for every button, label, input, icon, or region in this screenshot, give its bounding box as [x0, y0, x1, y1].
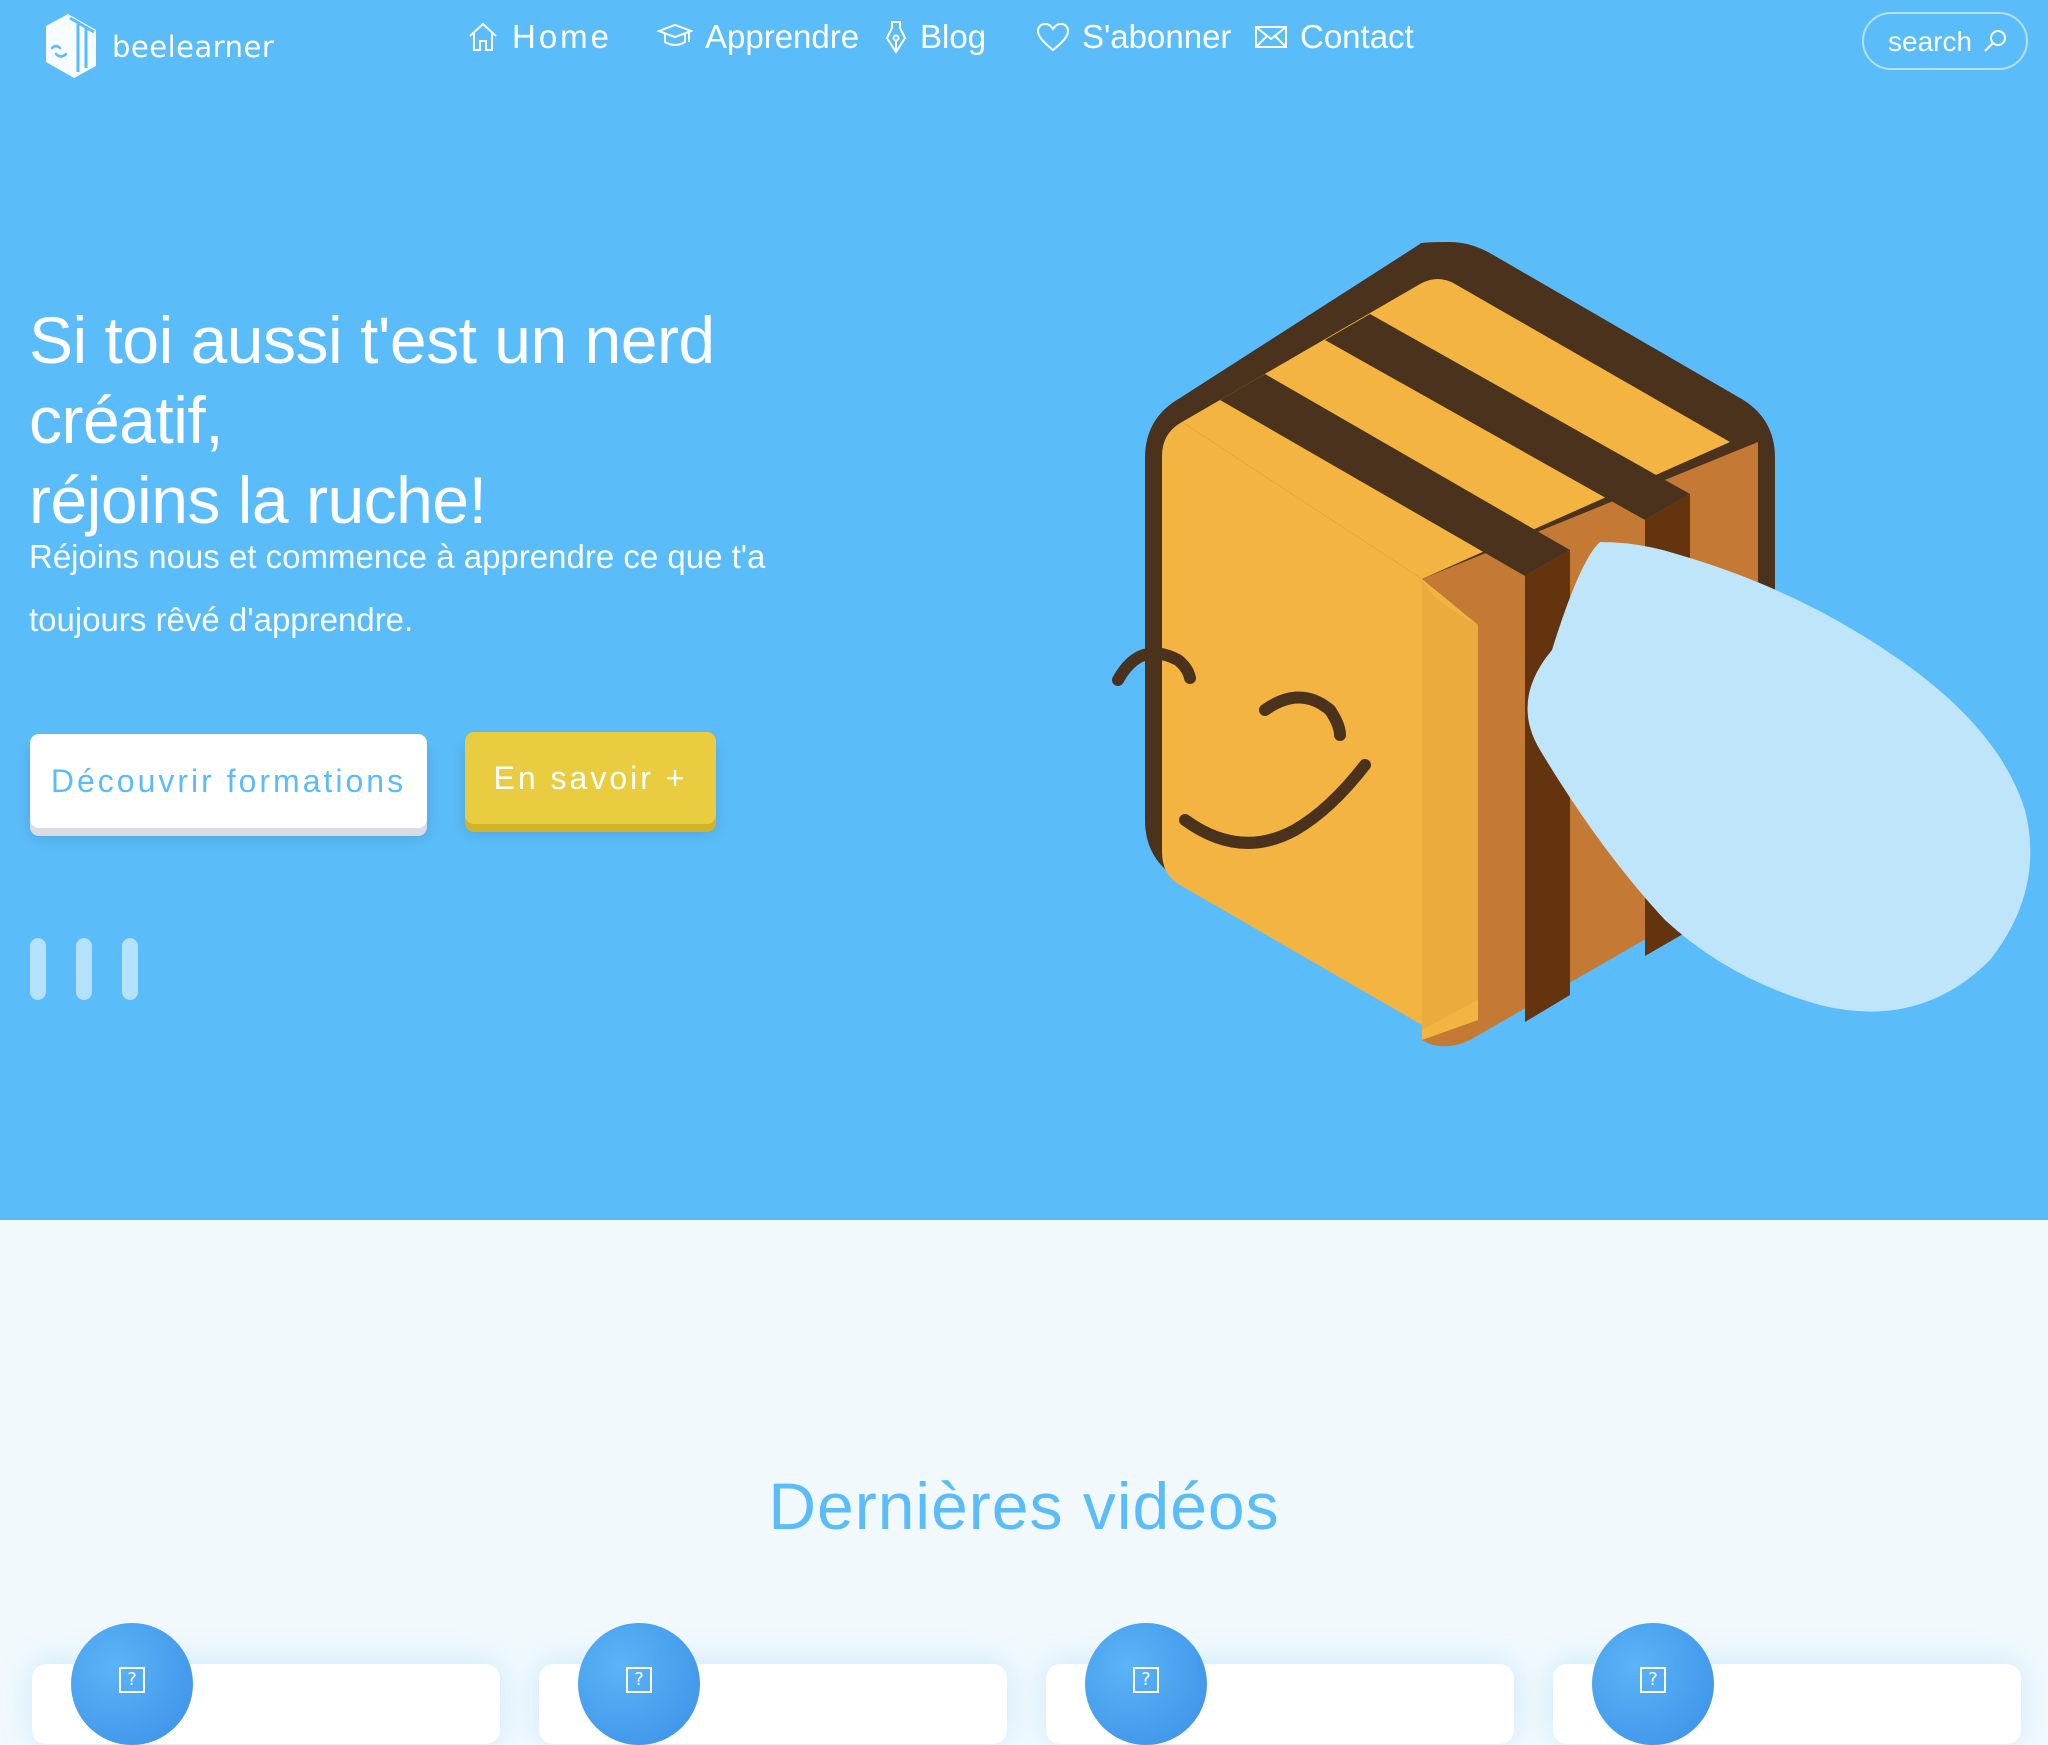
heart-icon	[1036, 22, 1070, 52]
broken-image-icon: ?	[626, 1667, 652, 1693]
discover-courses-button[interactable]: Découvrir formations	[30, 734, 427, 828]
nav-item-home[interactable]: Home	[466, 18, 612, 56]
latest-videos-title: Dernières vidéos	[768, 1469, 1280, 1543]
bee-mascot-illustration	[1112, 242, 2031, 1047]
video-thumbnail[interactable]: ?	[1085, 1623, 1207, 1745]
search-box[interactable]	[1862, 12, 2028, 70]
envelope-icon	[1255, 26, 1287, 48]
graduation-cap-icon	[657, 23, 693, 46]
broken-image-icon: ?	[1640, 1667, 1666, 1693]
broken-image-icon: ?	[1133, 1667, 1159, 1693]
nav-item-contact[interactable]: Contact	[1254, 18, 1414, 56]
hero-section: beelearner Home Apprendre Blog S'abonner…	[0, 0, 2048, 1220]
logo-icon	[46, 14, 96, 78]
nav-item-blog[interactable]: Blog	[884, 18, 986, 56]
pen-nib-icon	[885, 21, 907, 54]
brand-name: beelearner	[112, 30, 275, 64]
video-thumbnail[interactable]: ?	[1592, 1623, 1714, 1745]
video-thumbnail[interactable]: ?	[71, 1623, 193, 1745]
slide-indicator-1[interactable]	[30, 938, 46, 1000]
learn-more-button[interactable]: En savoir +	[465, 732, 716, 824]
slide-indicator-2[interactable]	[76, 938, 92, 1000]
hero-subtitle: Réjoins nous et commence à apprendre ce …	[29, 538, 766, 638]
logo[interactable]: beelearner	[40, 12, 274, 82]
nav-item-sabonner[interactable]: S'abonner	[1036, 18, 1231, 56]
video-thumbnail[interactable]: ?	[578, 1623, 700, 1745]
search-icon[interactable]	[1982, 28, 2008, 54]
slide-indicator-3[interactable]	[122, 938, 138, 1000]
nav-item-apprendre[interactable]: Apprendre	[657, 18, 859, 56]
hero-title: Si toi aussi t'est un nerd créatif, réjo…	[29, 303, 715, 537]
broken-image-icon: ?	[119, 1667, 145, 1693]
home-icon	[469, 22, 497, 51]
